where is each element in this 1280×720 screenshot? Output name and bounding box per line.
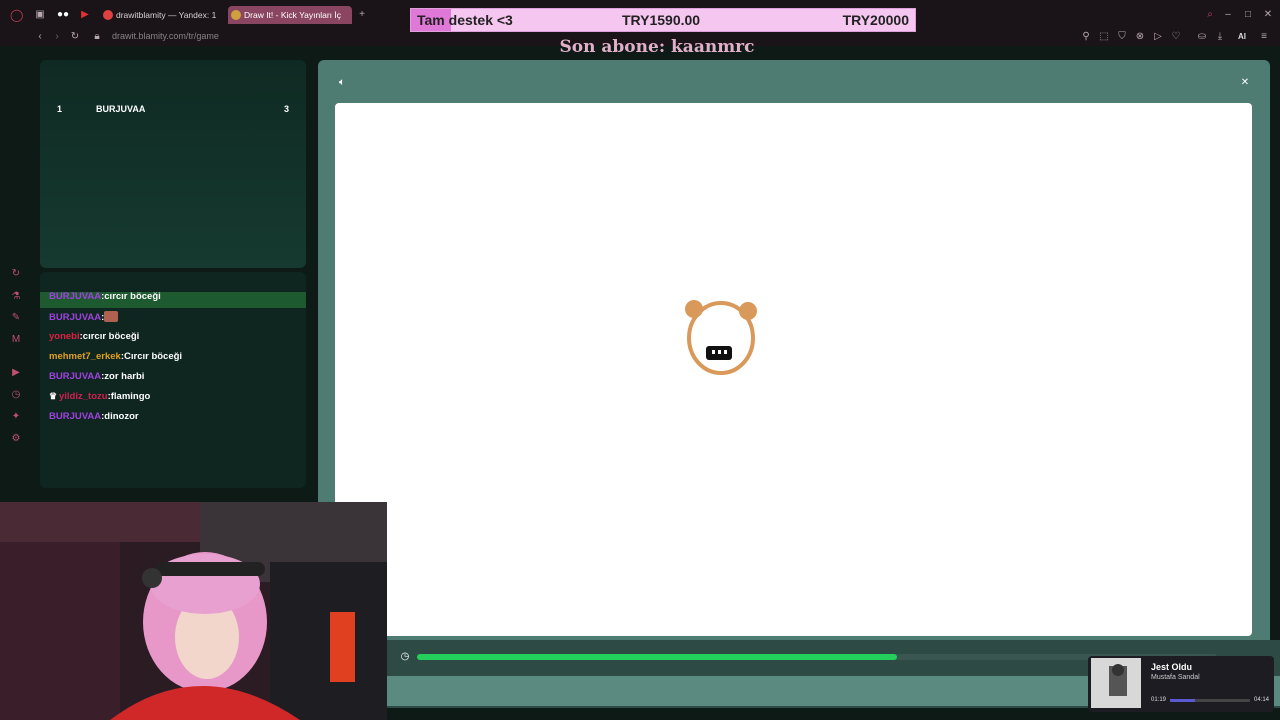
play-icon[interactable]: ▷: [1152, 31, 1164, 43]
timer-icon: ◷: [400, 651, 410, 662]
player-icon[interactable]: ▶: [10, 367, 22, 379]
workspace-icon[interactable]: ●●: [57, 9, 69, 21]
url-field[interactable]: drawit.blamity.com/tr/game: [112, 31, 219, 41]
screenshot-icon[interactable]: ⬚: [1098, 31, 1110, 43]
chat-username[interactable]: mehmet7_erkek: [49, 351, 121, 362]
mail-icon[interactable]: M: [10, 334, 22, 346]
webcam-image: [0, 502, 387, 720]
song-artist: Mustafa Sandal: [1151, 674, 1200, 681]
chat-message: BURJUVAA:cırcır böceği: [49, 291, 161, 302]
clock-icon[interactable]: ◷: [10, 389, 22, 401]
badge-icon: ♛: [49, 391, 58, 401]
donation-current: TRY1590.00: [622, 12, 701, 28]
pin-icon[interactable]: ⚲: [1080, 31, 1092, 43]
chat-username[interactable]: BURJUVAA: [49, 411, 101, 422]
donation-goal-amount: TRY20000: [842, 12, 909, 28]
youtube-icon[interactable]: ▶: [79, 9, 91, 21]
chat-text: cırcır böceği: [104, 291, 161, 302]
chat-text: Cırcır böceği: [124, 351, 183, 362]
chat-message: mehmet7_erkek:Cırcır böceği: [49, 351, 183, 362]
forward-icon[interactable]: ›: [51, 31, 63, 43]
opera-logo-icon[interactable]: ◯: [10, 9, 23, 21]
tracking-icon[interactable]: ⊗: [1134, 31, 1146, 43]
history-icon[interactable]: ↻: [10, 268, 22, 280]
leaderboard-rank: 1: [57, 104, 63, 114]
song-title: Jest Oldu: [1151, 662, 1193, 672]
ai-button[interactable]: AI: [1232, 31, 1252, 43]
chat-text: flamingo: [110, 391, 151, 402]
reload-icon[interactable]: ↻: [69, 31, 81, 43]
close-window-icon[interactable]: ✕: [1262, 9, 1274, 21]
last-subscriber-label: Son abone: kaanmrc: [559, 37, 755, 57]
chat-text: dinozor: [104, 411, 139, 422]
wallet-icon[interactable]: ⛀: [1196, 31, 1208, 43]
lock-icon: 🔒︎: [94, 31, 100, 42]
chat-message: BURJUVAA:dinozor: [49, 411, 139, 422]
maximize-icon[interactable]: □: [1242, 9, 1254, 21]
tab-drawit[interactable]: Draw It! - Kick Yayınları İç: [228, 6, 352, 24]
chat-message: BURJUVAA:: [49, 311, 119, 323]
settings-icon[interactable]: ⚙: [10, 433, 22, 445]
leaderboard-panel: [40, 60, 306, 268]
back-icon[interactable]: ‹: [34, 31, 46, 43]
download-icon[interactable]: ⤓: [1214, 31, 1226, 43]
close-icon[interactable]: ✕: [1239, 77, 1251, 89]
chat-message: ♛ yildiz_tozu:flamingo: [49, 391, 151, 402]
flask-icon[interactable]: ⚗: [10, 291, 22, 303]
chat-text: cırcır böceği: [82, 331, 140, 342]
yandex-favicon-icon: [103, 10, 113, 20]
leaderboard-name: BURJUVAA: [96, 104, 146, 114]
notes-icon[interactable]: ✎: [10, 312, 22, 324]
chat-username[interactable]: yonebi: [49, 331, 80, 342]
song-current-time: 01:19: [1151, 697, 1167, 703]
new-tab-icon[interactable]: +: [356, 9, 368, 21]
heart-icon[interactable]: ♡: [1170, 31, 1182, 43]
chat-username[interactable]: BURJUVAA: [49, 312, 101, 323]
donation-goal-bar: Tam destek <3 TRY1590.00 TRY20000: [410, 8, 916, 32]
donation-goal-label: Tam destek <3: [417, 12, 513, 28]
leaderboard-score: 3: [284, 104, 290, 114]
minimize-icon[interactable]: –: [1222, 9, 1234, 21]
album-art: [1091, 658, 1141, 708]
webcam-feed: [0, 502, 387, 720]
shield-icon[interactable]: ⛉: [1116, 31, 1128, 43]
timer-progress: [417, 654, 897, 660]
song-progress-fill: [1170, 699, 1195, 702]
chat-message: BURJUVAA:zor harbi: [49, 371, 145, 382]
song-duration: 04:14: [1254, 697, 1270, 703]
chat-text: zor harbi: [104, 371, 145, 382]
tabs-icon[interactable]: ▣: [34, 9, 46, 21]
search-icon[interactable]: ⌕: [1204, 9, 1216, 21]
bear-drawing: [685, 300, 757, 375]
drawing-canvas[interactable]: [335, 103, 1252, 636]
volume-icon[interactable]: 🔈︎: [336, 77, 348, 89]
chat-username[interactable]: BURJUVAA: [49, 291, 101, 302]
tab-label: Draw It! - Kick Yayınları İç: [244, 10, 341, 20]
emote-icon: [104, 311, 119, 322]
chat-username[interactable]: BURJUVAA: [49, 371, 101, 382]
drawit-favicon-icon: [231, 10, 241, 20]
puzzle-icon[interactable]: ✦: [10, 411, 22, 423]
menu-icon[interactable]: ≡: [1258, 31, 1270, 43]
tab-label: drawitblamity — Yandex: 1: [116, 10, 217, 20]
chat-message: yonebi:cırcır böceği: [49, 331, 140, 342]
tab-yandex[interactable]: drawitblamity — Yandex: 1: [100, 6, 220, 24]
chat-username[interactable]: yildiz_tozu: [59, 391, 108, 402]
